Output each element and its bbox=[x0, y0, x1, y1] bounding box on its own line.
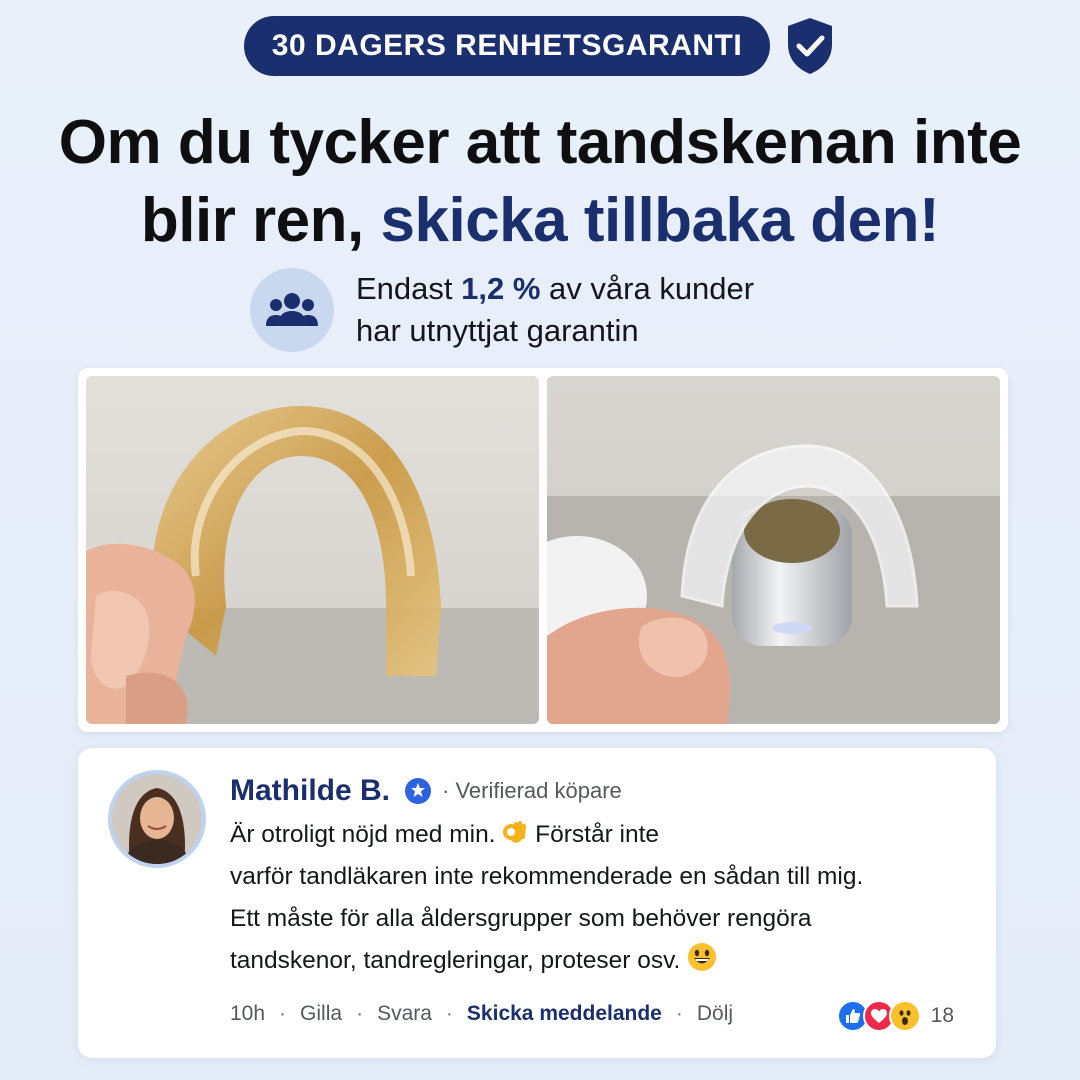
stat-prefix: Endast bbox=[356, 271, 453, 306]
review-line-3: Ett måste för alla åldersgrupper som beh… bbox=[230, 905, 812, 932]
hide-button[interactable]: Dölj bbox=[697, 1002, 733, 1026]
stained-aligner-photo bbox=[86, 376, 539, 724]
reaction-summary[interactable]: 18 bbox=[836, 1000, 954, 1032]
review-actions: 10h · Gilla · Svara · Skicka meddelande … bbox=[230, 1002, 733, 1026]
stat-line-1: Endast 1,2 % av våra kunder bbox=[356, 268, 754, 310]
headline-line-2: blir ren, skicka tillbaka den! bbox=[0, 182, 1080, 260]
review-text: Är otroligt nöjd med min. Förstår inte v… bbox=[230, 814, 970, 982]
clean-aligner-photo bbox=[547, 376, 1000, 724]
avatar[interactable] bbox=[108, 770, 206, 868]
review-line-4-text: tandskenor, tandregleringar, proteser os… bbox=[230, 947, 681, 974]
verified-badge-icon bbox=[405, 778, 432, 804]
review-line-1-start: Är otroligt nöjd med min. bbox=[230, 821, 496, 848]
send-message-button[interactable]: Skicka meddelande bbox=[467, 1002, 662, 1026]
review-line-1-end: Förstår inte bbox=[535, 821, 660, 848]
stat-line-2: har utnyttjat garantin bbox=[356, 313, 639, 348]
reaction-count: 18 bbox=[930, 1004, 954, 1027]
wow-reaction-icon bbox=[888, 1000, 921, 1032]
stat-text: Endast 1,2 % av våra kunder har utnyttja… bbox=[356, 268, 754, 352]
reviewer-header: Mathilde B. · Verifierad köpare bbox=[230, 774, 622, 808]
timestamp: 10h bbox=[230, 1002, 266, 1025]
ok-hand-emoji-icon bbox=[503, 821, 527, 843]
headline-accent: skicka tillbaka den! bbox=[380, 186, 940, 255]
guarantee-banner: 30 DAGERS RENHETSGARANTI bbox=[0, 16, 1080, 76]
headline-plain: blir ren, bbox=[140, 186, 364, 255]
customer-stat: Endast 1,2 % av våra kunder har utnyttja… bbox=[250, 268, 754, 352]
users-group-icon bbox=[250, 268, 334, 352]
like-button[interactable]: Gilla bbox=[300, 1002, 342, 1026]
reply-button[interactable]: Svara bbox=[377, 1002, 432, 1026]
stat-value: 1,2 % bbox=[461, 271, 541, 306]
review-line-4: tandskenor, tandregleringar, proteser os… bbox=[230, 940, 970, 982]
headline: Om du tycker att tandskenan inte blir re… bbox=[0, 104, 1080, 260]
separator: · bbox=[279, 1002, 287, 1025]
reviewer-name[interactable]: Mathilde B. bbox=[230, 774, 390, 808]
stat-suffix: av våra kunder bbox=[549, 271, 755, 306]
verified-buyer-label: · Verifierad köpare bbox=[442, 778, 622, 803]
customer-review: Mathilde B. · Verifierad köpare Är otrol… bbox=[78, 748, 996, 1058]
grinning-face-emoji-icon bbox=[688, 943, 717, 971]
separator: · bbox=[445, 1002, 453, 1025]
shield-check-icon bbox=[788, 18, 833, 74]
separator: · bbox=[675, 1002, 683, 1025]
before-after-photos bbox=[78, 368, 1008, 732]
separator: · bbox=[356, 1002, 364, 1025]
headline-line-1: Om du tycker att tandskenan inte bbox=[58, 108, 1022, 177]
review-line-1: Är otroligt nöjd med min. Förstår inte bbox=[230, 814, 970, 856]
guarantee-badge: 30 DAGERS RENHETSGARANTI bbox=[243, 16, 771, 76]
review-line-2: varför tandläkaren inte rekommenderade e… bbox=[230, 863, 864, 890]
